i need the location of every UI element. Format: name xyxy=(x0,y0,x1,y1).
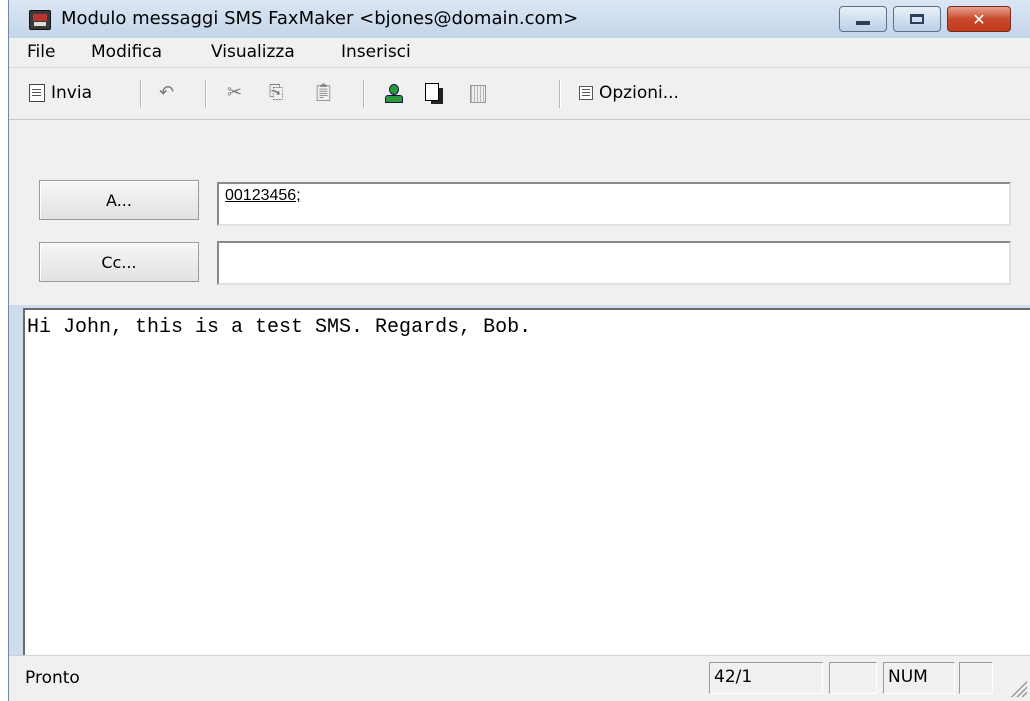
options-icon xyxy=(579,86,593,100)
paste-button[interactable]: 📋︎ xyxy=(312,80,335,106)
undo-button[interactable]: ↶ xyxy=(159,80,174,106)
menu-file[interactable]: File xyxy=(27,42,55,62)
fax-machine-icon[interactable] xyxy=(29,10,51,30)
user-button[interactable] xyxy=(383,80,403,106)
undo-icon: ↶ xyxy=(159,82,175,103)
menu-visualizza[interactable]: Visualizza xyxy=(211,42,295,62)
to-button[interactable]: A... xyxy=(39,180,199,220)
menu-modifica[interactable]: Modifica xyxy=(91,42,162,62)
to-recipient[interactable]: 00123456; xyxy=(225,187,301,204)
maximize-button[interactable] xyxy=(893,6,941,32)
paste-icon: 📋︎ xyxy=(312,82,335,103)
send-button[interactable]: Invia xyxy=(29,80,92,106)
copy-icon: ⎘ xyxy=(269,82,284,103)
cursor-position: 42/1 xyxy=(709,662,823,694)
window-title: Modulo messaggi SMS FaxMaker <bjones@dom… xyxy=(61,8,579,29)
close-icon: ✕ xyxy=(972,9,986,29)
options-label: Opzioni... xyxy=(599,83,679,103)
copy-button[interactable]: ⎘ xyxy=(269,80,283,106)
address-book-button[interactable] xyxy=(423,80,445,106)
maximize-icon xyxy=(910,14,924,24)
resize-grip-icon[interactable] xyxy=(1011,681,1027,697)
toolbar: Invia ↶ ✂ ⎘ 📋︎ Opzioni... xyxy=(9,68,1030,120)
num-lock-indicator: NUM xyxy=(883,662,955,694)
minimize-button[interactable] xyxy=(839,6,887,32)
toolbar-separator xyxy=(363,80,365,108)
options-button[interactable]: Opzioni... xyxy=(579,80,679,106)
send-label: Invia xyxy=(51,83,92,103)
book-button[interactable] xyxy=(467,80,487,106)
address-area: A... 00123456; Cc... xyxy=(9,120,1030,305)
sms-window: Modulo messaggi SMS FaxMaker <bjones@dom… xyxy=(8,0,1030,701)
toolbar-separator xyxy=(140,80,142,108)
close-button[interactable]: ✕ xyxy=(947,6,1011,32)
toolbar-separator xyxy=(205,80,207,108)
title-bar[interactable]: Modulo messaggi SMS FaxMaker <bjones@dom… xyxy=(9,0,1030,38)
menu-inserisci[interactable]: Inserisci xyxy=(341,42,411,62)
cc-field[interactable] xyxy=(217,241,1011,285)
minimize-icon xyxy=(856,21,870,25)
cut-button[interactable]: ✂ xyxy=(227,80,242,106)
to-field[interactable]: 00123456; xyxy=(217,182,1011,226)
address-book-icon xyxy=(423,82,445,104)
send-doc-icon xyxy=(29,84,45,102)
status-pane-empty xyxy=(829,662,877,694)
cut-icon: ✂ xyxy=(227,82,243,103)
cc-button[interactable]: Cc... xyxy=(39,242,199,282)
book-icon xyxy=(467,82,487,104)
user-icon xyxy=(383,82,403,104)
toolbar-separator xyxy=(559,80,561,108)
status-pane-empty xyxy=(959,662,993,694)
status-bar: Pronto 42/1 NUM xyxy=(9,655,1030,701)
menu-bar: File Modifica Visualizza Inserisci xyxy=(9,38,1030,68)
message-body[interactable]: Hi John, this is a test SMS. Regards, Bo… xyxy=(23,308,1030,655)
status-text: Pronto xyxy=(25,668,80,688)
